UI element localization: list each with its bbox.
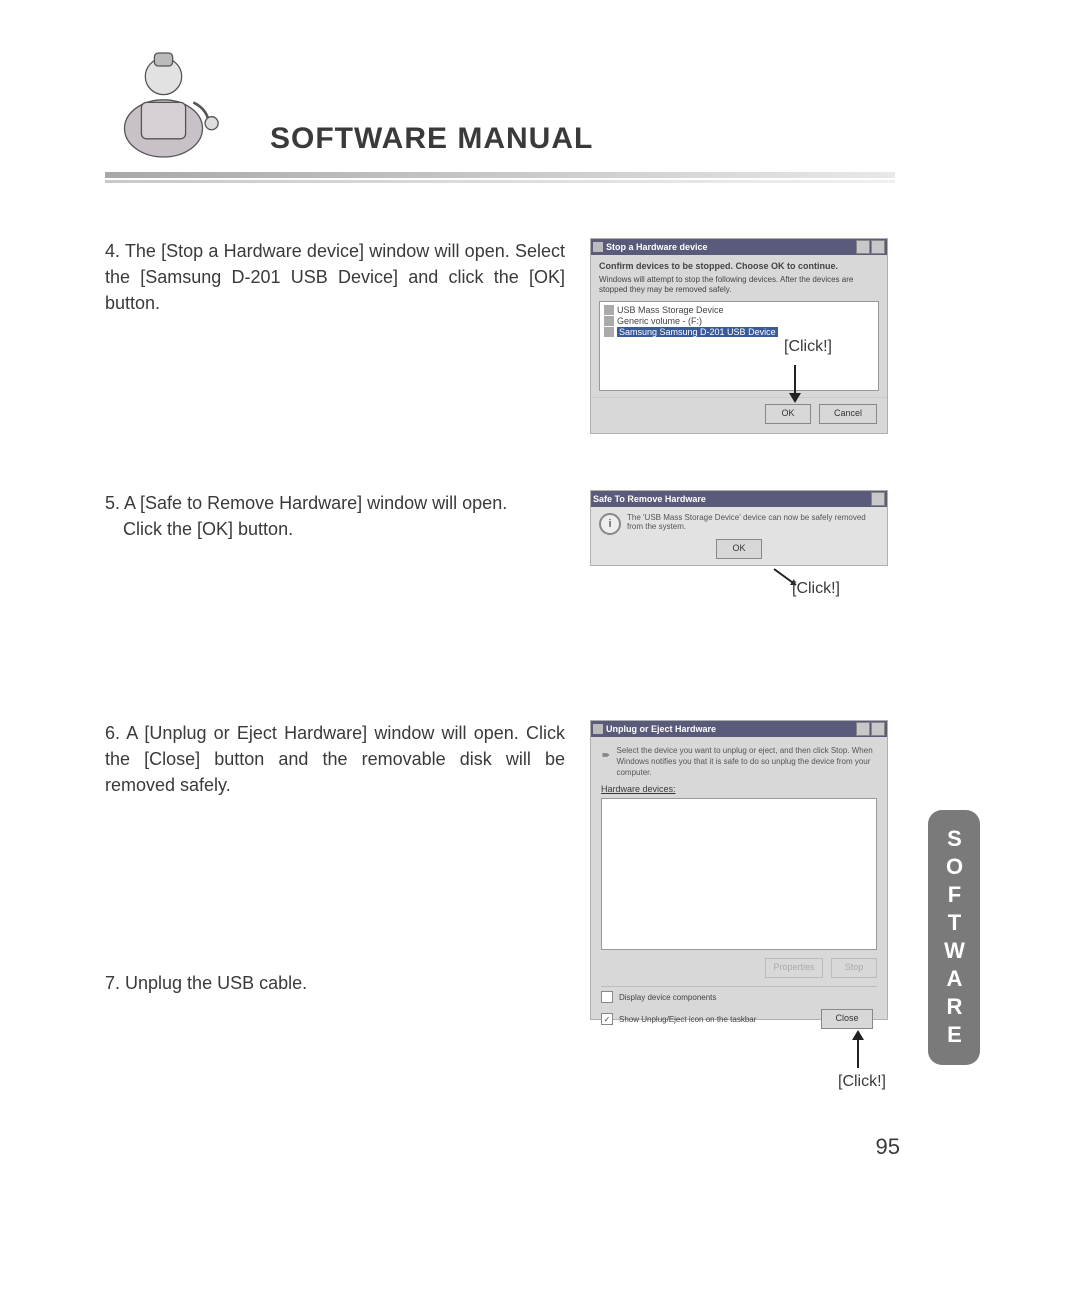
click-annotation-1: [Click!] <box>784 338 832 356</box>
cancel-button[interactable]: Cancel <box>819 404 877 424</box>
dialog-title: Safe To Remove Hardware <box>593 494 706 504</box>
device-3-selected[interactable]: Samsung Samsung D-201 USB Device <box>617 327 778 337</box>
step-6-text: 6. A [Unplug or Eject Hardware] window w… <box>105 720 565 798</box>
close-icon[interactable] <box>871 722 885 736</box>
checkbox-label: Show Unplug/Eject icon on the taskbar <box>619 1015 756 1024</box>
stop-hardware-dialog: Stop a Hardware device Confirm devices t… <box>590 238 888 434</box>
dialog-titlebar: Unplug or Eject Hardware <box>591 721 887 737</box>
device-icon <box>604 327 614 337</box>
dialog-body: i The 'USB Mass Storage Device' device c… <box>591 507 887 537</box>
click-annotation-2: [Click!] <box>792 580 840 598</box>
ok-button[interactable]: OK <box>765 404 811 424</box>
dialog-icon <box>593 724 603 734</box>
step-5-line-1: 5. A [Safe to Remove Hardware] window wi… <box>105 493 507 513</box>
checkbox-row-1[interactable]: Display device components <box>591 989 887 1005</box>
arrow-icon <box>852 1030 864 1068</box>
device-icon <box>604 305 614 315</box>
confirm-text: Confirm devices to be stopped. Choose OK… <box>599 261 879 271</box>
dialog-button-row: OK Cancel <box>591 397 887 432</box>
button-row: OK <box>591 537 887 565</box>
section-tab: SOFTWARE <box>928 810 980 1065</box>
hardware-list[interactable] <box>601 798 877 950</box>
device-icon <box>604 316 614 326</box>
checkbox-icon[interactable] <box>601 991 613 1003</box>
info-icon: i <box>599 513 621 535</box>
device-list[interactable]: USB Mass Storage Device Generic volume -… <box>599 301 879 391</box>
checkbox-row-2[interactable]: ✓ Show Unplug/Eject icon on the taskbar <box>601 1013 821 1025</box>
dialog-titlebar: Stop a Hardware device <box>591 239 887 255</box>
close-row: ✓ Show Unplug/Eject icon on the taskbar … <box>591 1005 887 1037</box>
page-title: SOFTWARE MANUAL <box>270 122 593 156</box>
hardware-icon <box>601 745 610 765</box>
dialog-description: Select the device you want to unplug or … <box>616 745 877 778</box>
button-row: Properties Stop <box>591 950 887 984</box>
manual-page: SOFTWARE MANUAL 4. The [Stop a Hardware … <box>0 0 1080 1295</box>
checkbox-icon[interactable]: ✓ <box>601 1013 613 1025</box>
section-label: SOFTWARE <box>941 826 967 1050</box>
hardware-devices-label: Hardware devices: <box>591 782 887 796</box>
step-7-text: 7. Unplug the USB cable. <box>105 970 565 996</box>
close-button[interactable]: Close <box>821 1009 873 1029</box>
safe-remove-dialog: Safe To Remove Hardware i The 'USB Mass … <box>590 490 888 566</box>
help-button[interactable] <box>856 240 870 254</box>
stop-button: Stop <box>831 958 877 978</box>
ok-button[interactable]: OK <box>716 539 762 559</box>
dialog-body: Confirm devices to be stopped. Choose OK… <box>591 255 887 397</box>
dialog-description-row: Select the device you want to unplug or … <box>591 737 887 782</box>
header-rule <box>105 172 895 186</box>
close-icon[interactable] <box>871 492 885 506</box>
step-4-text: 4. The [Stop a Hardware device] window w… <box>105 238 565 316</box>
arrow-icon <box>789 365 801 403</box>
checkbox-label: Display device components <box>619 993 716 1002</box>
close-icon[interactable] <box>871 240 885 254</box>
dialog-title: Stop a Hardware device <box>606 242 708 252</box>
mascot-illustration <box>105 40 235 170</box>
unplug-eject-dialog: Unplug or Eject Hardware Select the devi… <box>590 720 888 1020</box>
device-2: Generic volume - (F:) <box>617 316 702 326</box>
click-annotation-3: [Click!] <box>838 1073 886 1091</box>
dialog-titlebar: Safe To Remove Hardware <box>591 491 887 507</box>
page-header: SOFTWARE MANUAL <box>105 40 895 190</box>
device-1: USB Mass Storage Device <box>617 305 724 315</box>
properties-button: Properties <box>765 958 823 978</box>
help-button[interactable] <box>856 722 870 736</box>
warning-text: Windows will attempt to stop the followi… <box>599 275 879 295</box>
step-5-text: 5. A [Safe to Remove Hardware] window wi… <box>105 490 565 542</box>
dialog-title: Unplug or Eject Hardware <box>606 724 716 734</box>
safe-remove-message: The 'USB Mass Storage Device' device can… <box>627 513 879 531</box>
step-5-line-2: Click the [OK] button. <box>105 519 293 539</box>
dialog-icon <box>593 242 603 252</box>
page-number: 95 <box>876 1134 900 1160</box>
